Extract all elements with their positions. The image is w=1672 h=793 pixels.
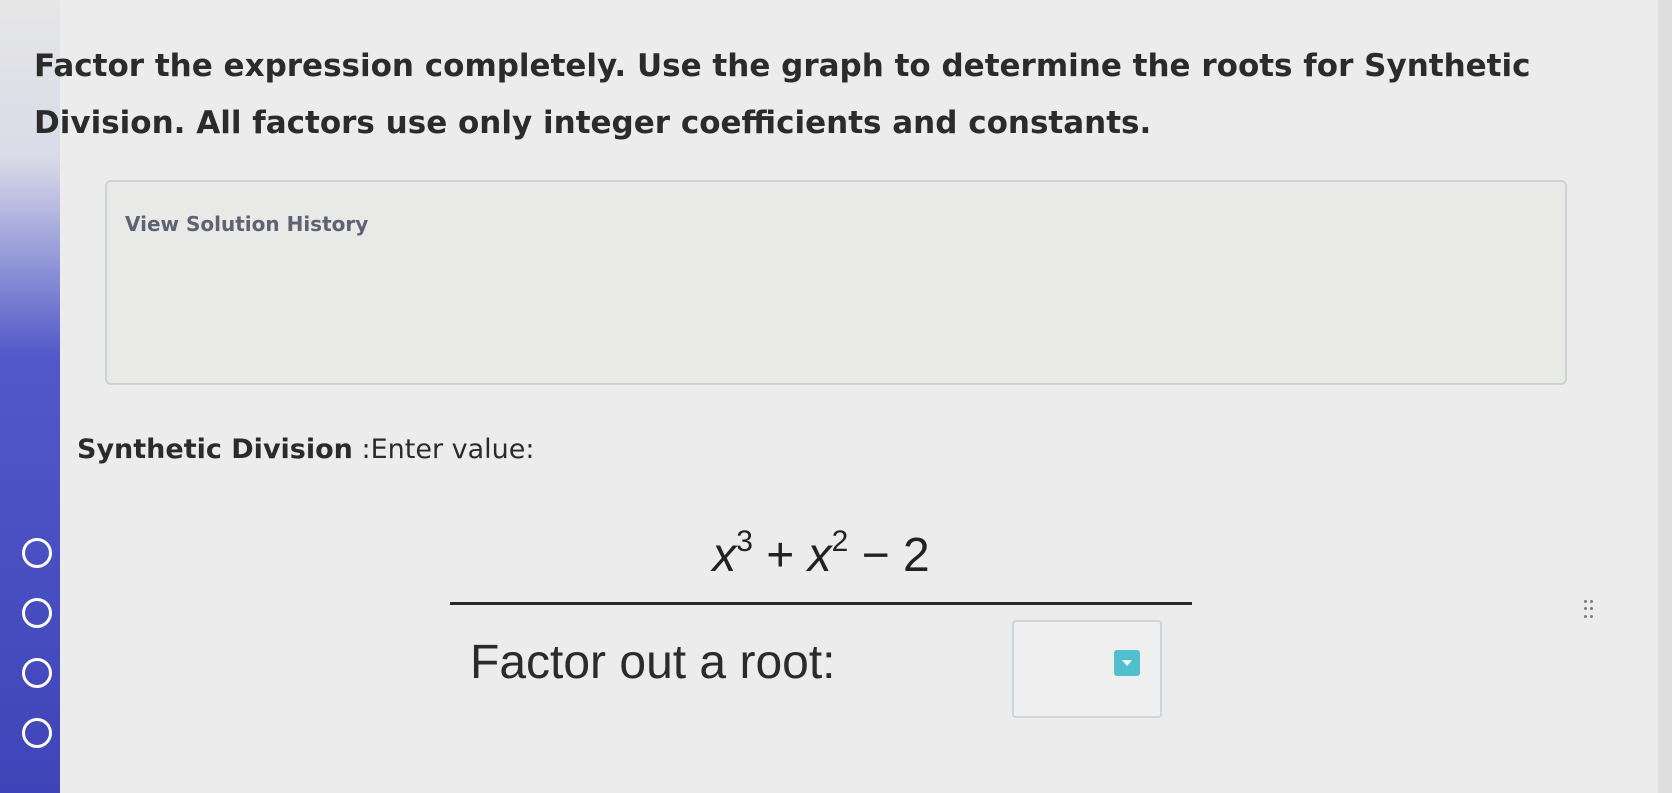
step-circle-icon[interactable] (22, 718, 52, 748)
polynomial-expression: x3 + x2 − 2 (450, 525, 1192, 583)
expression-fraction: x3 + x2 − 2 Factor out a root: (450, 525, 1192, 760)
factor-out-root-label: Factor out a root: (470, 636, 836, 689)
fraction-bar (450, 602, 1192, 605)
variable-x: x (807, 529, 832, 582)
caret-down-icon[interactable] (1114, 650, 1140, 676)
exponent: 3 (736, 525, 753, 558)
root-answer-input[interactable] (1012, 620, 1162, 718)
operator-constant: − 2 (848, 529, 930, 582)
question-text: Factor the expression completely. Use th… (34, 38, 1634, 152)
operator: + (752, 529, 808, 582)
step-circle-icon[interactable] (22, 658, 52, 688)
question-line-1: Factor the expression completely. Use th… (34, 48, 1531, 84)
step-circle-icon[interactable] (22, 538, 52, 568)
exponent: 2 (831, 525, 849, 558)
view-solution-history-link[interactable]: View Solution History (125, 212, 368, 236)
drag-handle-icon[interactable] (1584, 600, 1594, 620)
synthetic-division-label: Synthetic Division (77, 434, 353, 465)
enter-value-label: :Enter value: (352, 434, 535, 465)
solution-history-panel: View Solution History (105, 180, 1567, 385)
page-edge (1658, 0, 1672, 793)
synthetic-division-prompt: Synthetic Division :Enter value: (77, 434, 534, 465)
step-circle-icon[interactable] (22, 598, 52, 628)
question-line-2: Division. All factors use only integer c… (34, 105, 1152, 141)
variable-x: x (712, 529, 737, 582)
